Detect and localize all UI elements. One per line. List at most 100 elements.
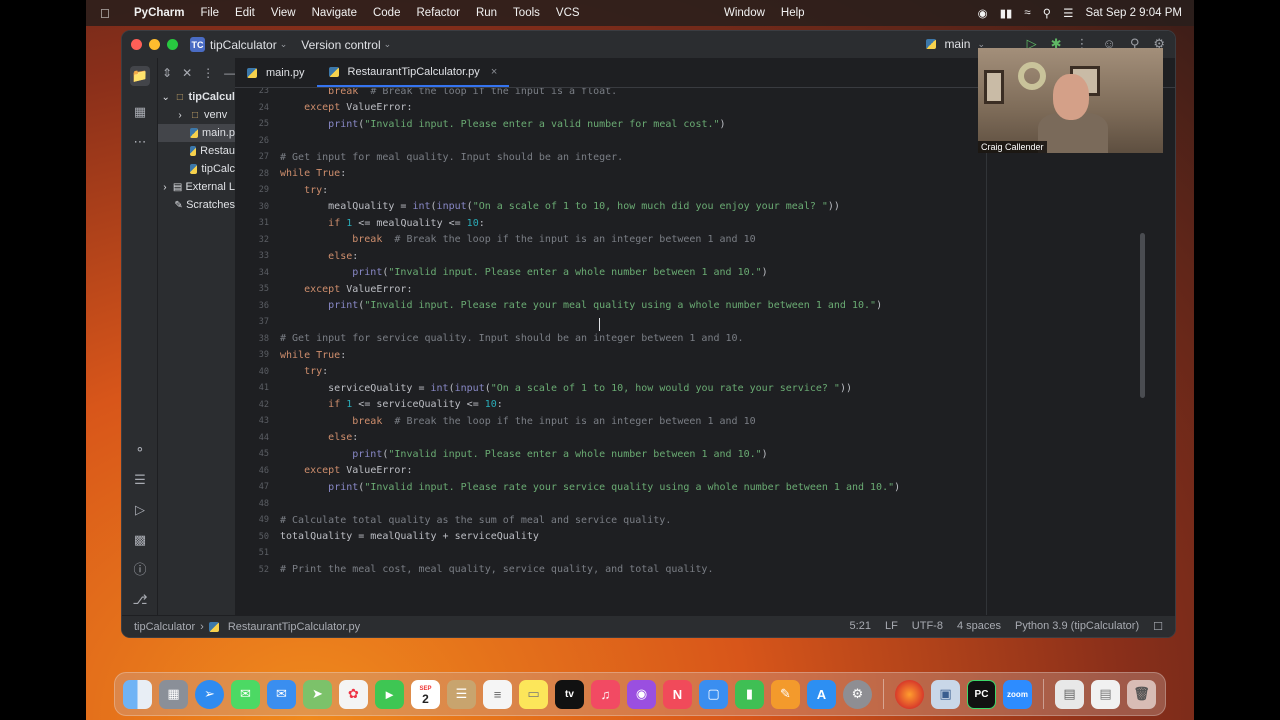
dock-maps-icon[interactable]: ➤ xyxy=(303,679,332,709)
code-line[interactable]: 48 xyxy=(235,496,1175,513)
menubar-clock[interactable]: Sat Sep 2 9:04 PM xyxy=(1079,7,1194,19)
code-line[interactable]: 29 try: xyxy=(235,182,1175,199)
code-line[interactable]: 31 if 1 <= mealQuality <= 10: xyxy=(235,215,1175,232)
menu-vcs[interactable]: VCS xyxy=(548,7,588,19)
menu-app-name[interactable]: PyCharm xyxy=(126,7,193,19)
menu-help[interactable]: Help xyxy=(773,7,813,19)
code-line[interactable]: 36 print("Invalid input. Please rate you… xyxy=(235,298,1175,315)
record-icon[interactable]: ◉ xyxy=(972,6,994,20)
menu-view[interactable]: View xyxy=(263,7,304,19)
spotlight-search-icon[interactable]: ⚲ xyxy=(1037,6,1057,20)
code-line[interactable]: 38 # Get input for service quality. Input… xyxy=(235,331,1175,348)
code-line[interactable]: 46 except ValueError: xyxy=(235,463,1175,480)
vertical-scrollbar[interactable] xyxy=(1140,233,1145,398)
code-line[interactable]: 42 if 1 <= serviceQuality <= 10: xyxy=(235,397,1175,414)
dock-launchpad-icon[interactable]: ▦ xyxy=(159,679,188,709)
menu-file[interactable]: File xyxy=(193,7,228,19)
project-folder-icon[interactable]: 📁 xyxy=(130,66,150,86)
tab-restaurant-tip-calculator[interactable]: RestaurantTipCalculator.py × xyxy=(316,58,510,87)
branch-selector[interactable]: main ⌄ xyxy=(926,37,985,51)
cursor-position[interactable]: 5:21 xyxy=(850,620,871,633)
dock-zoom-icon[interactable]: zoom xyxy=(1003,679,1032,709)
breadcrumb-project[interactable]: tipCalculator xyxy=(134,621,195,633)
version-control-menu[interactable]: Version control xyxy=(301,38,380,52)
tree-item-root[interactable]: ⌄ □ tipCalcul xyxy=(158,88,235,106)
python-interpreter[interactable]: Python 3.9 (tipCalculator) xyxy=(1015,620,1139,633)
dock-photos-icon[interactable]: ✿ xyxy=(339,679,368,709)
project-switcher[interactable]: tipCalculator xyxy=(210,38,277,52)
more-tools-icon[interactable]: ⋯ xyxy=(130,132,150,152)
tree-item-restaurant-py[interactable]: Restau xyxy=(158,142,235,160)
python-packages-icon[interactable]: ⚬ xyxy=(130,440,150,460)
apple-icon[interactable]:  xyxy=(100,6,116,21)
dock-tv-icon[interactable]: tv xyxy=(555,679,584,709)
tree-item-external-libraries[interactable]: › ▤ External L xyxy=(158,178,235,196)
dock-documents-icon[interactable]: ▤ xyxy=(1091,679,1120,709)
code-line[interactable]: 34 print("Invalid input. Please enter a … xyxy=(235,265,1175,282)
tree-item-tipcalc-py[interactable]: tipCalc xyxy=(158,160,235,178)
dock-preview-icon[interactable]: ▣ xyxy=(931,679,960,709)
file-encoding[interactable]: UTF-8 xyxy=(912,620,943,633)
close-window-button[interactable] xyxy=(131,39,142,50)
dock-trash-icon[interactable]: 🗑 xyxy=(1127,679,1156,709)
terminal-icon[interactable]: ▩ xyxy=(130,530,150,550)
zoom-window-button[interactable] xyxy=(167,39,178,50)
dock-notes-icon[interactable]: ☰ xyxy=(447,679,476,709)
layers-icon[interactable]: ☰ xyxy=(130,470,150,490)
control-center-icon[interactable]: ☰ xyxy=(1057,6,1079,20)
dock-podcasts-icon[interactable]: ◉ xyxy=(627,679,656,709)
dock-reminders-icon[interactable]: ≡ xyxy=(483,679,512,709)
code-line[interactable]: 52 # Print the meal cost, meal quality, s… xyxy=(235,562,1175,579)
code-line[interactable]: 44 else: xyxy=(235,430,1175,447)
code-line[interactable]: 50 totalQuality = mealQuality + serviceQu… xyxy=(235,529,1175,546)
dock-stickies-icon[interactable]: ▭ xyxy=(519,679,548,709)
dock-keynote-icon[interactable]: ▢ xyxy=(699,679,728,709)
dock-firefox-icon[interactable] xyxy=(895,679,924,709)
code-line[interactable]: 28 while True: xyxy=(235,166,1175,183)
lock-icon[interactable]: ☐ xyxy=(1153,620,1163,633)
dock-safari-icon[interactable]: ➢ xyxy=(195,679,224,709)
code-line[interactable]: 39 while True: xyxy=(235,347,1175,364)
dock-pycharm-icon[interactable]: PC xyxy=(967,679,996,709)
breadcrumb-file[interactable]: RestaurantTipCalculator.py xyxy=(228,621,360,633)
menu-edit[interactable]: Edit xyxy=(227,7,263,19)
dock-app-store-icon[interactable]: A xyxy=(807,679,836,709)
menu-navigate[interactable]: Navigate xyxy=(304,7,365,19)
dock-downloads-icon[interactable]: ▤ xyxy=(1055,679,1084,709)
services-run-icon[interactable]: ▷ xyxy=(130,500,150,520)
code-line[interactable]: 41 serviceQuality = int(input("On a scal… xyxy=(235,380,1175,397)
code-editor[interactable]: 23 break # Break the loop if the input i… xyxy=(235,88,1175,615)
structure-icon[interactable]: ▦ xyxy=(130,102,150,122)
dock-calendar-icon[interactable]: SEP 2 xyxy=(411,679,440,709)
project-badge[interactable]: TC xyxy=(190,37,205,52)
menu-window[interactable]: Window xyxy=(716,7,773,19)
dock-finder-icon[interactable] xyxy=(123,679,152,709)
dock-news-icon[interactable]: N xyxy=(663,679,692,709)
line-ending[interactable]: LF xyxy=(885,620,898,633)
dock-music-icon[interactable]: ♫ xyxy=(591,679,620,709)
code-line[interactable]: 40 try: xyxy=(235,364,1175,381)
tree-item-venv[interactable]: › □ venv xyxy=(158,106,235,124)
menu-refactor[interactable]: Refactor xyxy=(408,7,467,19)
dock-mail-icon[interactable]: ✉ xyxy=(267,679,296,709)
hide-icon[interactable]: — xyxy=(224,66,235,80)
dock-system-settings-icon[interactable]: ⚙ xyxy=(843,679,872,709)
dock-messages-icon[interactable]: ✉ xyxy=(231,679,260,709)
menu-run[interactable]: Run xyxy=(468,7,505,19)
battery-icon[interactable]: ▮▮ xyxy=(994,6,1019,20)
tree-item-scratches[interactable]: ✎ Scratches xyxy=(158,196,235,214)
tab-main-py[interactable]: main.py xyxy=(235,58,317,87)
code-line[interactable]: 35 except ValueError: xyxy=(235,281,1175,298)
dock-facetime-icon[interactable]: ► xyxy=(375,679,404,709)
git-icon[interactable]: ⎇ xyxy=(130,590,150,610)
code-line[interactable]: 43 break # Break the loop if the input i… xyxy=(235,413,1175,430)
code-line[interactable]: 37 xyxy=(235,314,1175,331)
minimize-window-button[interactable] xyxy=(149,39,160,50)
tree-item-main-py[interactable]: main.p xyxy=(158,124,235,142)
menu-tools[interactable]: Tools xyxy=(505,7,548,19)
code-line[interactable]: 33 else: xyxy=(235,248,1175,265)
menu-code[interactable]: Code xyxy=(365,7,409,19)
collapse-icon[interactable]: ✕ xyxy=(182,66,192,80)
code-line[interactable]: 49 # Calculate total quality as the sum o… xyxy=(235,512,1175,529)
dock-pages-icon[interactable]: ✎ xyxy=(771,679,800,709)
